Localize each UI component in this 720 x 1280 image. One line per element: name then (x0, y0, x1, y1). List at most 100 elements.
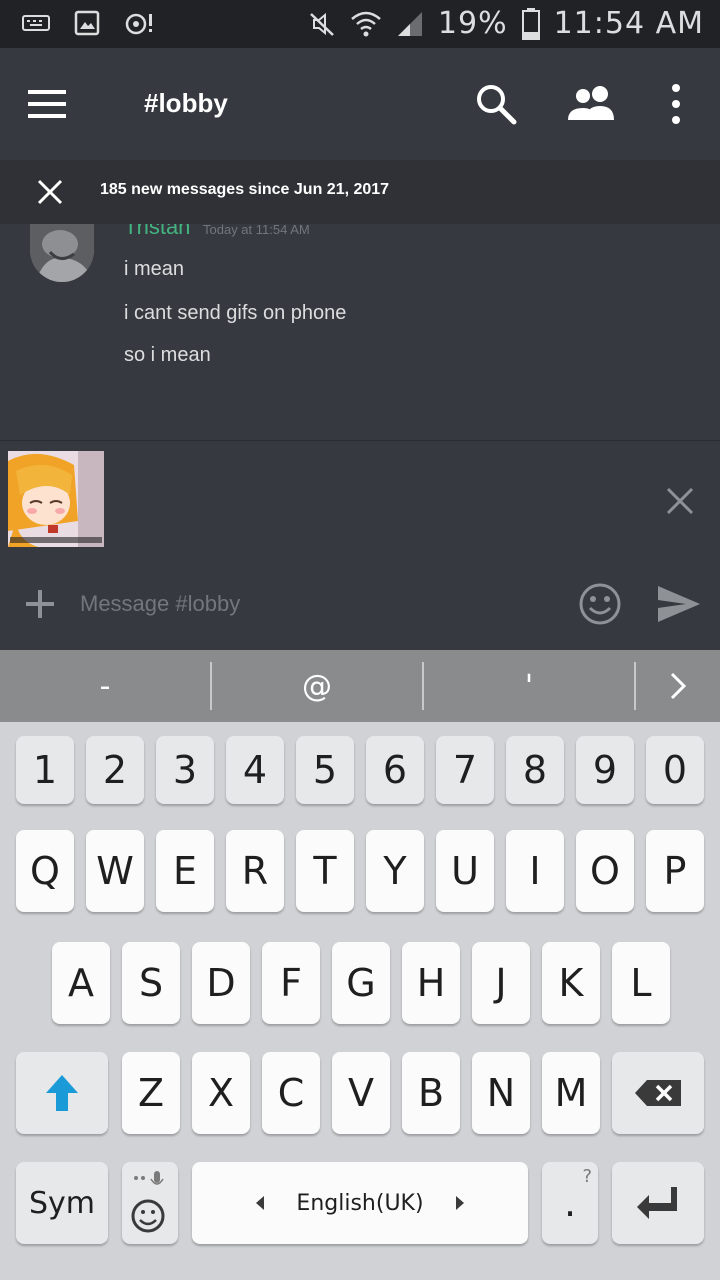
suggestion-item[interactable]: ' (424, 650, 634, 722)
more-vertical-icon (672, 84, 680, 124)
clock: 11:54 AM (553, 6, 704, 41)
battery-icon (521, 7, 540, 40)
emoji-button[interactable] (578, 582, 622, 626)
backspace-key[interactable] (612, 1052, 704, 1134)
new-messages-banner[interactable]: 185 new messages since Jun 21, 2017 (0, 160, 720, 224)
close-icon (37, 179, 63, 205)
overflow-menu-button[interactable] (664, 82, 688, 126)
message-list[interactable]: Tristan Today at 11:54 AM i mean i cant … (0, 224, 720, 440)
status-bar: 19% 11:54 AM (0, 0, 720, 48)
message-timestamp: Today at 11:54 AM (203, 224, 310, 237)
backspace-icon (635, 1080, 681, 1106)
emoji-mic-icon (131, 1171, 165, 1233)
shift-key[interactable] (16, 1052, 108, 1134)
period-key-hint: ? (582, 1166, 592, 1187)
key-4[interactable]: 4 (226, 736, 284, 804)
key-6[interactable]: 6 (366, 736, 424, 804)
key-7[interactable]: 7 (436, 736, 494, 804)
language-left-icon (256, 1196, 265, 1210)
key-j[interactable]: J (472, 942, 530, 1024)
key-n[interactable]: N (472, 1052, 530, 1134)
keyboard-suggestion-bar: - @ ' (0, 650, 720, 722)
message-author[interactable]: Tristan (124, 224, 190, 240)
period-key[interactable]: ? . (542, 1162, 598, 1244)
key-g[interactable]: G (332, 942, 390, 1024)
key-1[interactable]: 1 (16, 736, 74, 804)
wifi-icon (351, 11, 381, 36)
emoji-key[interactable] (122, 1162, 178, 1244)
suggestion-item[interactable]: @ (212, 650, 422, 722)
new-messages-text: 185 new messages since Jun 21, 2017 (100, 181, 390, 198)
enter-icon (637, 1187, 677, 1219)
add-attachment-button[interactable] (22, 586, 58, 622)
avatar[interactable] (30, 224, 94, 282)
message-composer (0, 564, 720, 650)
attachment-thumbnail[interactable] (8, 451, 104, 547)
key-h[interactable]: H (402, 942, 460, 1024)
key-k[interactable]: K (542, 942, 600, 1024)
language-right-icon (455, 1196, 464, 1210)
on-screen-keyboard: 1234567890 QWERTYUIOP ASDFGHJKL ZXCVBNM … (0, 722, 720, 1280)
key-d[interactable]: D (192, 942, 250, 1024)
gif-thumbnail-image (8, 451, 104, 547)
send-icon (658, 586, 700, 622)
key-v[interactable]: V (332, 1052, 390, 1134)
key-2[interactable]: 2 (86, 736, 144, 804)
space-key[interactable]: English(UK) (192, 1162, 528, 1244)
search-button[interactable] (474, 82, 518, 126)
send-button[interactable] (656, 582, 702, 626)
search-icon (477, 85, 517, 125)
key-9[interactable]: 9 (576, 736, 634, 804)
key-f[interactable]: F (262, 942, 320, 1024)
key-e[interactable]: E (156, 830, 214, 912)
enter-key[interactable] (612, 1162, 704, 1244)
key-r[interactable]: R (226, 830, 284, 912)
battery-percentage: 19% (437, 6, 508, 41)
hamburger-menu-icon (28, 90, 66, 118)
signal-icon (397, 11, 422, 36)
plus-icon (26, 590, 54, 618)
members-icon (568, 86, 614, 120)
key-0[interactable]: 0 (646, 736, 704, 804)
sync-notification-icon (125, 13, 152, 35)
symbols-key[interactable]: Sym (16, 1162, 108, 1244)
members-button[interactable] (566, 84, 618, 124)
avatar-image (30, 224, 94, 282)
message-input[interactable] (80, 584, 560, 624)
close-icon (666, 487, 694, 515)
key-p[interactable]: P (646, 830, 704, 912)
key-o[interactable]: O (576, 830, 634, 912)
key-b[interactable]: B (402, 1052, 460, 1134)
channel-title: #lobby (144, 88, 228, 118)
key-t[interactable]: T (296, 830, 354, 912)
key-y[interactable]: Y (366, 830, 424, 912)
key-c[interactable]: C (262, 1052, 320, 1134)
message-text: so i mean (124, 344, 211, 366)
key-m[interactable]: M (542, 1052, 600, 1134)
key-q[interactable]: Q (16, 830, 74, 912)
dismiss-banner-button[interactable] (34, 176, 66, 208)
smiley-icon (579, 583, 621, 625)
keyboard-notification-icon (22, 15, 50, 31)
key-x[interactable]: X (192, 1052, 250, 1134)
key-w[interactable]: W (86, 830, 144, 912)
mute-icon (310, 12, 334, 36)
key-5[interactable]: 5 (296, 736, 354, 804)
key-z[interactable]: Z (122, 1052, 180, 1134)
menu-button[interactable] (20, 78, 76, 130)
app-header: #lobby (0, 48, 720, 160)
remove-attachment-button[interactable] (662, 483, 698, 519)
attachment-preview (0, 440, 720, 564)
key-l[interactable]: L (612, 942, 670, 1024)
message-text: i mean (124, 258, 185, 280)
key-3[interactable]: 3 (156, 736, 214, 804)
space-key-label: English(UK) (296, 1190, 424, 1216)
suggestion-item[interactable]: - (0, 650, 210, 722)
key-u[interactable]: U (436, 830, 494, 912)
key-a[interactable]: A (52, 942, 110, 1024)
key-s[interactable]: S (122, 942, 180, 1024)
suggestion-expand-button[interactable] (636, 650, 720, 722)
chevron-right-icon (670, 672, 687, 700)
key-i[interactable]: I (506, 830, 564, 912)
key-8[interactable]: 8 (506, 736, 564, 804)
